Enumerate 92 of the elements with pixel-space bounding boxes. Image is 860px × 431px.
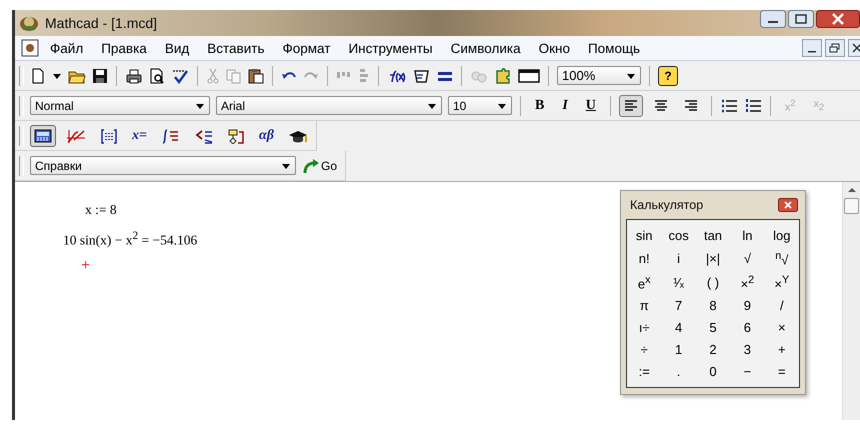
calculator-key[interactable]: 9 xyxy=(742,297,753,314)
calculator-key[interactable]: e$^{x}$ xyxy=(636,272,653,292)
calculator-key[interactable]: 6 xyxy=(742,319,753,336)
align-left-icon[interactable] xyxy=(618,94,643,116)
menu-item[interactable]: Вид xyxy=(158,38,196,58)
calculator-key[interactable]: |×| xyxy=(704,250,722,267)
style-dropdown[interactable]: Normal xyxy=(30,96,210,115)
math-palette-button[interactable]: x= xyxy=(128,124,151,146)
go-button[interactable]: Go xyxy=(302,158,342,174)
math-expression: 10 sin(x) − x$^{2}$ = −54.106 xyxy=(63,230,198,248)
caret-icon xyxy=(497,102,507,110)
close-icon[interactable] xyxy=(816,10,860,28)
calculator-key[interactable]: sin xyxy=(634,226,654,244)
calculator-key[interactable]: log xyxy=(771,226,792,244)
calculator-key[interactable]: 2 xyxy=(707,341,719,358)
curved-arrow-icon xyxy=(302,158,320,174)
math-expression: x := 8 xyxy=(85,202,117,218)
calculator-key[interactable]: i xyxy=(675,250,682,267)
menu-item[interactable]: Помощь xyxy=(580,38,648,58)
minimize-icon[interactable] xyxy=(760,10,786,28)
calculator-key[interactable]: tan xyxy=(702,226,724,244)
menu-item[interactable]: Символика xyxy=(444,38,528,58)
calculator-key[interactable]: ¹⁄ₓ xyxy=(671,274,686,292)
spell-check-icon[interactable] xyxy=(171,68,189,84)
font-dropdown[interactable]: Arial xyxy=(216,96,442,115)
printer-icon[interactable] xyxy=(125,68,143,84)
calculator-key[interactable]: √ xyxy=(742,250,753,267)
calculator-icon[interactable] xyxy=(30,124,56,146)
calculator-key[interactable]: 7 xyxy=(672,297,684,314)
menu-item[interactable]: Формат xyxy=(275,38,338,58)
close-icon[interactable] xyxy=(778,198,798,212)
help-button[interactable]: ? xyxy=(658,66,678,86)
calculator-key[interactable]: 3 xyxy=(742,341,753,358)
caret-icon xyxy=(281,162,291,170)
clipboard-icon[interactable] xyxy=(248,68,264,84)
caret-icon xyxy=(195,102,205,110)
calculator-key[interactable]: ( ) xyxy=(704,274,722,292)
numbered-list-icon[interactable] xyxy=(744,98,762,114)
menu-item[interactable]: Окно xyxy=(532,38,577,58)
calculator-key[interactable]: . xyxy=(674,363,682,380)
magnifier-page-icon[interactable] xyxy=(149,68,165,84)
calculator-key[interactable]: − xyxy=(742,363,754,380)
calculator-key[interactable]: ×$^{Y}$ xyxy=(772,272,792,292)
calculator-key[interactable]: 5 xyxy=(707,319,719,336)
calculator-key[interactable]: ÷ xyxy=(638,341,650,358)
menu-item[interactable]: Правка xyxy=(94,38,154,58)
function-icon[interactable] xyxy=(387,68,407,84)
calculator-key[interactable]: = xyxy=(776,363,788,380)
calculator-key[interactable]: 0 xyxy=(707,363,719,380)
calculator-key[interactable]: cos xyxy=(666,226,691,244)
document-icon[interactable] xyxy=(21,39,39,57)
caret-icon xyxy=(427,102,437,110)
app-icon xyxy=(19,14,39,32)
measuring-cup-icon[interactable] xyxy=(413,68,431,84)
calculator-key[interactable]: 1 xyxy=(672,341,684,358)
calculator-key[interactable]: + xyxy=(776,341,788,358)
insertion-cursor: + xyxy=(81,256,90,274)
calculator-key[interactable]: π xyxy=(638,297,651,314)
bold-button[interactable]: B xyxy=(529,98,550,114)
calculator-key[interactable]: $^{n}$√ xyxy=(773,248,790,268)
underline-button[interactable]: U xyxy=(580,98,602,114)
zoom-dropdown[interactable]: 100% xyxy=(557,66,641,85)
palette-title: Калькулятор xyxy=(630,198,704,212)
menu-item[interactable]: Инструменты xyxy=(341,38,440,58)
puzzle-icon[interactable] xyxy=(494,68,512,84)
scroll-up-icon[interactable] xyxy=(846,186,856,194)
font-size-dropdown[interactable]: 10 xyxy=(448,96,512,115)
calculator-key[interactable]: × xyxy=(776,319,788,336)
calculator-key[interactable]: 4 xyxy=(672,319,684,336)
calculator-key[interactable]: ı÷ xyxy=(636,319,652,336)
window-title: Mathcad - [1.mcd] xyxy=(45,15,158,31)
calculator-key[interactable]: ×$^{2}$ xyxy=(738,272,756,292)
calculator-key[interactable]: := xyxy=(636,363,652,380)
calculator-key[interactable]: / xyxy=(778,297,786,314)
vertical-scrollbar[interactable] xyxy=(842,182,860,420)
calculator-key[interactable]: n! xyxy=(636,250,652,267)
italic-button[interactable]: I xyxy=(556,98,574,114)
close-icon[interactable] xyxy=(848,39,860,57)
caret-icon xyxy=(626,72,636,80)
maximize-icon[interactable] xyxy=(788,10,814,28)
menu-item[interactable]: Файл xyxy=(43,38,90,58)
bulleted-list-icon[interactable] xyxy=(720,98,738,114)
calculator-key[interactable]: ln xyxy=(740,226,754,244)
minimize-icon[interactable] xyxy=(802,39,822,57)
menu-item[interactable]: Вставить xyxy=(200,38,272,58)
new-document-icon[interactable] xyxy=(30,68,46,84)
scroll-thumb[interactable] xyxy=(844,198,859,214)
math-palette-button[interactable]: αβ xyxy=(254,124,278,146)
window-icon[interactable] xyxy=(518,68,540,84)
resources-dropdown[interactable]: Справки xyxy=(30,156,296,175)
restore-icon[interactable] xyxy=(825,39,845,57)
calculator-key[interactable]: 8 xyxy=(707,297,719,314)
